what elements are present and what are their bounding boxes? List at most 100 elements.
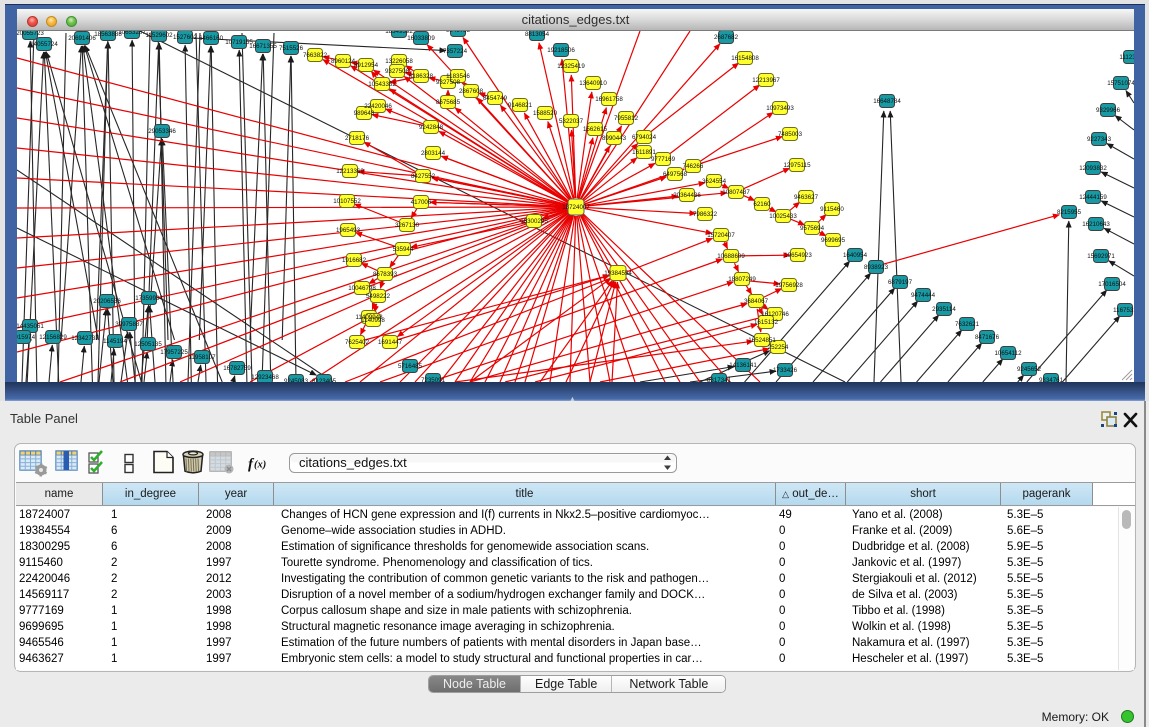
svg-text:8427552: 8427552 [411, 173, 436, 180]
svg-text:9575694: 9575694 [800, 225, 825, 232]
svg-text:8186328: 8186328 [409, 73, 434, 80]
svg-text:7663822: 7663822 [303, 52, 328, 59]
svg-text:1112345: 1112345 [1119, 54, 1134, 61]
svg-text:8990443: 8990443 [602, 135, 627, 142]
svg-text:12093832: 12093832 [1079, 165, 1107, 172]
svg-text:2718176: 2718176 [345, 135, 370, 142]
svg-text:8317341: 8317341 [707, 377, 732, 382]
svg-text:5716485: 5716485 [398, 363, 423, 370]
svg-text:29053346: 29053346 [148, 128, 176, 135]
svg-text:6497568: 6497568 [663, 171, 688, 178]
svg-text:20055723: 20055723 [17, 31, 44, 37]
svg-text:9699695: 9699695 [821, 237, 846, 244]
svg-text:7235091: 7235091 [421, 377, 446, 382]
svg-text:12325419: 12325419 [557, 63, 585, 70]
svg-text:10653287: 10653287 [118, 31, 146, 36]
svg-text:7485003: 7485003 [778, 131, 803, 138]
svg-text:8471676: 8471676 [975, 334, 1000, 341]
svg-text:19218506: 19218506 [547, 47, 575, 54]
svg-text:9346785: 9346785 [446, 31, 471, 34]
svg-text:13640910: 13640910 [579, 80, 607, 87]
svg-text:3267130: 3267130 [395, 222, 420, 229]
svg-text:12975115: 12975115 [783, 162, 811, 169]
svg-text:15720407: 15720407 [707, 232, 735, 239]
svg-text:9777169: 9777169 [651, 156, 676, 163]
svg-text:8675685: 8675685 [436, 99, 461, 106]
svg-text:10025433: 10025433 [769, 213, 797, 220]
svg-text:20364436: 20364436 [673, 192, 701, 199]
svg-text:10807487: 10807487 [722, 189, 750, 196]
svg-text:16648784: 16648784 [873, 98, 901, 105]
svg-text:12444159: 12444159 [1079, 194, 1107, 201]
svg-text:9327508: 9327508 [385, 68, 410, 75]
svg-text:8678393: 8678393 [373, 271, 398, 278]
svg-text:8215955: 8215955 [1057, 209, 1082, 216]
svg-text:7357224: 7357224 [443, 48, 468, 55]
svg-text:12213369: 12213369 [336, 168, 364, 175]
svg-text:12156829: 12156829 [39, 334, 67, 341]
svg-text:1733426: 1733426 [773, 367, 798, 374]
svg-text:2803144: 2803144 [421, 150, 446, 157]
svg-text:1588520: 1588520 [533, 110, 558, 117]
svg-text:252254: 252254 [768, 344, 789, 351]
svg-text:1140998: 1140998 [361, 317, 385, 324]
svg-text:9227343: 9227343 [1087, 136, 1112, 143]
svg-text:10688609: 10688609 [717, 253, 745, 260]
svg-text:20691406: 20691406 [68, 35, 96, 42]
svg-text:18724007: 18724007 [562, 204, 590, 211]
svg-text:11958107: 11958107 [188, 354, 216, 361]
svg-text:1615132: 1615132 [754, 319, 779, 326]
svg-text:16120746: 16120746 [761, 311, 789, 318]
svg-text:7625402: 7625402 [345, 339, 370, 346]
svg-text:22420046: 22420046 [364, 103, 392, 110]
svg-text:10107552: 10107552 [333, 198, 361, 205]
svg-text:2867608: 2867608 [459, 88, 484, 95]
svg-text:16524851: 16524851 [748, 337, 776, 344]
svg-text:19756928: 19756928 [775, 282, 803, 289]
svg-text:2687682: 2687682 [714, 34, 739, 41]
svg-text:18807249: 18807249 [728, 276, 756, 283]
svg-text:9242848: 9242848 [419, 124, 444, 131]
svg-text:1145194: 1145194 [103, 338, 127, 345]
svg-text:417006: 417006 [411, 199, 432, 206]
svg-text:6794024: 6794024 [632, 134, 657, 141]
svg-text:16782759: 16782759 [223, 365, 251, 372]
svg-text:9334761: 9334761 [1039, 377, 1064, 382]
svg-text:11529602: 11529602 [145, 32, 173, 39]
svg-text:3915974: 3915974 [17, 334, 36, 341]
svg-text:10543382: 10543382 [368, 81, 396, 88]
svg-text:9115460: 9115460 [820, 206, 844, 213]
svg-text:8123405: 8123405 [312, 378, 337, 382]
svg-text:1640954: 1640954 [843, 252, 868, 259]
svg-text:12923468: 12923468 [251, 374, 279, 381]
svg-text:7986322: 7986322 [693, 211, 718, 218]
svg-text:citations_edges.txt: citations_edges.txt [299, 455, 407, 470]
svg-text:17957225: 17957225 [160, 349, 188, 356]
svg-text:9245083: 9245083 [284, 378, 309, 382]
svg-text:8454749: 8454749 [483, 95, 508, 102]
svg-text:1562615: 1562615 [583, 126, 608, 133]
svg-text:16154808: 16154808 [731, 55, 759, 62]
svg-text:9463627: 9463627 [794, 194, 819, 201]
svg-text:8813054: 8813054 [525, 31, 550, 38]
svg-text:20206536: 20206536 [93, 298, 121, 305]
svg-text:7515526: 7515526 [279, 45, 304, 52]
svg-text:14055724: 14055724 [30, 41, 58, 48]
svg-text:8938923: 8938923 [864, 264, 889, 271]
svg-text:16671355: 16671355 [249, 43, 277, 50]
svg-text:14136141: 14136141 [729, 362, 757, 369]
svg-text:1611891: 1611891 [632, 149, 656, 156]
svg-text:1183546: 1183546 [446, 73, 470, 80]
svg-text:8912954: 8912954 [354, 62, 379, 69]
svg-text:7955812: 7955812 [614, 115, 639, 122]
svg-text:10046798: 10046798 [348, 285, 376, 292]
svg-text:13226058: 13226058 [385, 58, 413, 65]
svg-text:62160: 62160 [753, 201, 771, 208]
svg-text:1916682: 1916682 [342, 257, 367, 264]
svg-text:3624554: 3624554 [702, 178, 727, 185]
svg-text:1527602: 1527602 [173, 34, 198, 41]
svg-text:1691447: 1691447 [378, 339, 403, 346]
svg-text:17359934: 17359934 [135, 295, 163, 302]
svg-text:18300295: 18300295 [520, 218, 548, 225]
svg-text:1965493: 1965493 [336, 227, 361, 234]
